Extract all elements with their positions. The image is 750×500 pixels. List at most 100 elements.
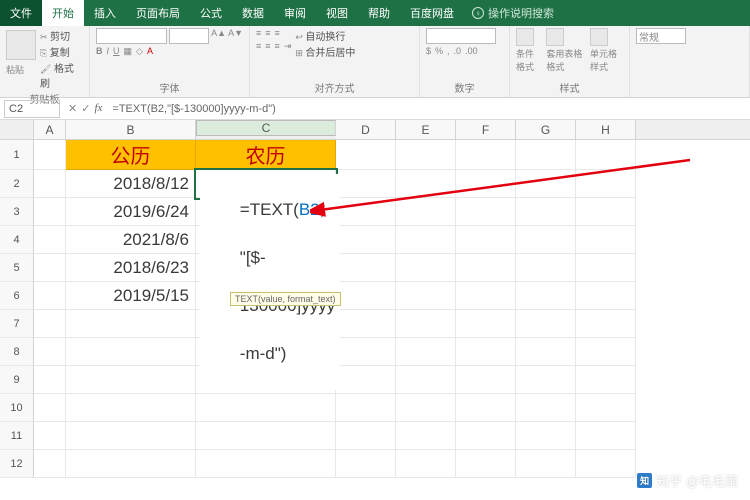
cell[interactable] <box>66 394 196 422</box>
cell[interactable] <box>34 254 66 282</box>
select-all-corner[interactable] <box>0 120 34 139</box>
cell[interactable] <box>66 310 196 338</box>
cell[interactable] <box>34 310 66 338</box>
indent-button[interactable]: ⇥ <box>284 41 292 52</box>
row-header-1[interactable]: 1 <box>0 140 34 170</box>
cell[interactable] <box>396 140 456 170</box>
col-header-e[interactable]: E <box>396 120 456 139</box>
cell[interactable] <box>396 366 456 394</box>
merge-center-button[interactable]: ⊞ 合并后居中 <box>295 44 355 59</box>
cell[interactable] <box>34 394 66 422</box>
cell[interactable] <box>336 338 396 366</box>
cell[interactable] <box>516 450 576 478</box>
tab-formulas[interactable]: 公式 <box>190 0 232 26</box>
cell[interactable] <box>516 310 576 338</box>
tab-layout[interactable]: 页面布局 <box>126 0 190 26</box>
cell[interactable] <box>336 310 396 338</box>
tab-insert[interactable]: 插入 <box>84 0 126 26</box>
cell-styles-button[interactable]: 单元格样式 <box>590 28 623 79</box>
col-header-g[interactable]: G <box>516 120 576 139</box>
cell[interactable]: 2021/8/6 <box>66 226 196 254</box>
col-header-h[interactable]: H <box>576 120 636 139</box>
cell[interactable] <box>196 394 336 422</box>
cell[interactable] <box>34 170 66 198</box>
font-size-select[interactable] <box>169 28 209 44</box>
col-header-d[interactable]: D <box>336 120 396 139</box>
cell[interactable] <box>456 422 516 450</box>
cell[interactable] <box>576 282 636 310</box>
general-select[interactable]: 常规 <box>636 28 686 44</box>
cell[interactable] <box>396 198 456 226</box>
cell[interactable] <box>576 170 636 198</box>
cell[interactable] <box>456 394 516 422</box>
underline-button[interactable]: U <box>113 46 120 57</box>
row-header-12[interactable]: 12 <box>0 450 34 478</box>
cell[interactable] <box>516 254 576 282</box>
wrap-text-button[interactable]: ↩ 自动换行 <box>295 28 355 43</box>
row-header-8[interactable]: 8 <box>0 338 34 366</box>
dec-decimal-button[interactable]: .00 <box>465 46 478 56</box>
row-header-7[interactable]: 7 <box>0 310 34 338</box>
table-format-button[interactable]: 套用表格格式 <box>546 28 586 79</box>
cell[interactable] <box>34 226 66 254</box>
inc-decimal-button[interactable]: .0 <box>454 46 462 56</box>
cell[interactable] <box>396 254 456 282</box>
fill-color-button[interactable]: ◇ <box>136 46 143 57</box>
col-header-f[interactable]: F <box>456 120 516 139</box>
row-header-2[interactable]: 2 <box>0 170 34 198</box>
align-center-button[interactable]: ≡ <box>265 41 270 52</box>
cell[interactable] <box>516 394 576 422</box>
currency-button[interactable]: $ <box>426 46 431 56</box>
number-format-select[interactable] <box>426 28 496 44</box>
cell[interactable] <box>456 140 516 170</box>
cell[interactable] <box>456 226 516 254</box>
tab-data[interactable]: 数据 <box>232 0 274 26</box>
cell[interactable] <box>456 282 516 310</box>
align-left-button[interactable]: ≡ <box>256 41 261 52</box>
cell[interactable] <box>34 282 66 310</box>
cell[interactable] <box>396 310 456 338</box>
enter-formula-button[interactable]: ✓ <box>81 102 90 115</box>
row-header-4[interactable]: 4 <box>0 226 34 254</box>
cell[interactable] <box>196 450 336 478</box>
border-button[interactable]: ▦ <box>124 46 133 57</box>
row-header-6[interactable]: 6 <box>0 282 34 310</box>
font-color-button[interactable]: A <box>147 46 153 57</box>
cell[interactable] <box>34 198 66 226</box>
align-bottom-button[interactable]: ≡ <box>275 28 280 38</box>
cell[interactable] <box>396 170 456 198</box>
cell-header-nongli[interactable]: 农历 <box>196 140 336 170</box>
bold-button[interactable]: B <box>96 46 103 57</box>
cell[interactable] <box>66 450 196 478</box>
cell[interactable] <box>576 140 636 170</box>
cell[interactable] <box>576 394 636 422</box>
format-painter-button[interactable]: 🖌 格式刷 <box>40 60 83 90</box>
cell[interactable] <box>336 254 396 282</box>
cell[interactable] <box>336 450 396 478</box>
cell[interactable] <box>196 422 336 450</box>
cell[interactable] <box>34 140 66 170</box>
grow-font-button[interactable]: A▲ <box>211 28 226 44</box>
cell[interactable] <box>336 198 396 226</box>
cell[interactable] <box>34 338 66 366</box>
italic-button[interactable]: I <box>107 46 110 57</box>
cell[interactable] <box>66 422 196 450</box>
font-name-select[interactable] <box>96 28 167 44</box>
cell[interactable] <box>456 338 516 366</box>
cell[interactable] <box>516 422 576 450</box>
align-right-button[interactable]: ≡ <box>275 41 280 52</box>
cell[interactable] <box>576 366 636 394</box>
cond-format-button[interactable]: 条件格式 <box>516 28 542 79</box>
cell[interactable] <box>576 226 636 254</box>
cell[interactable] <box>336 394 396 422</box>
tell-me-search[interactable]: ♀ 操作说明搜索 <box>472 5 554 21</box>
cell[interactable] <box>576 450 636 478</box>
cell[interactable] <box>576 254 636 282</box>
cell[interactable] <box>516 170 576 198</box>
cell[interactable] <box>34 450 66 478</box>
cell[interactable] <box>396 282 456 310</box>
cut-button[interactable]: ✂ 剪切 <box>40 28 83 43</box>
cell[interactable] <box>456 170 516 198</box>
tab-home[interactable]: 开始 <box>42 0 84 26</box>
fx-icon[interactable]: fx <box>94 102 102 115</box>
